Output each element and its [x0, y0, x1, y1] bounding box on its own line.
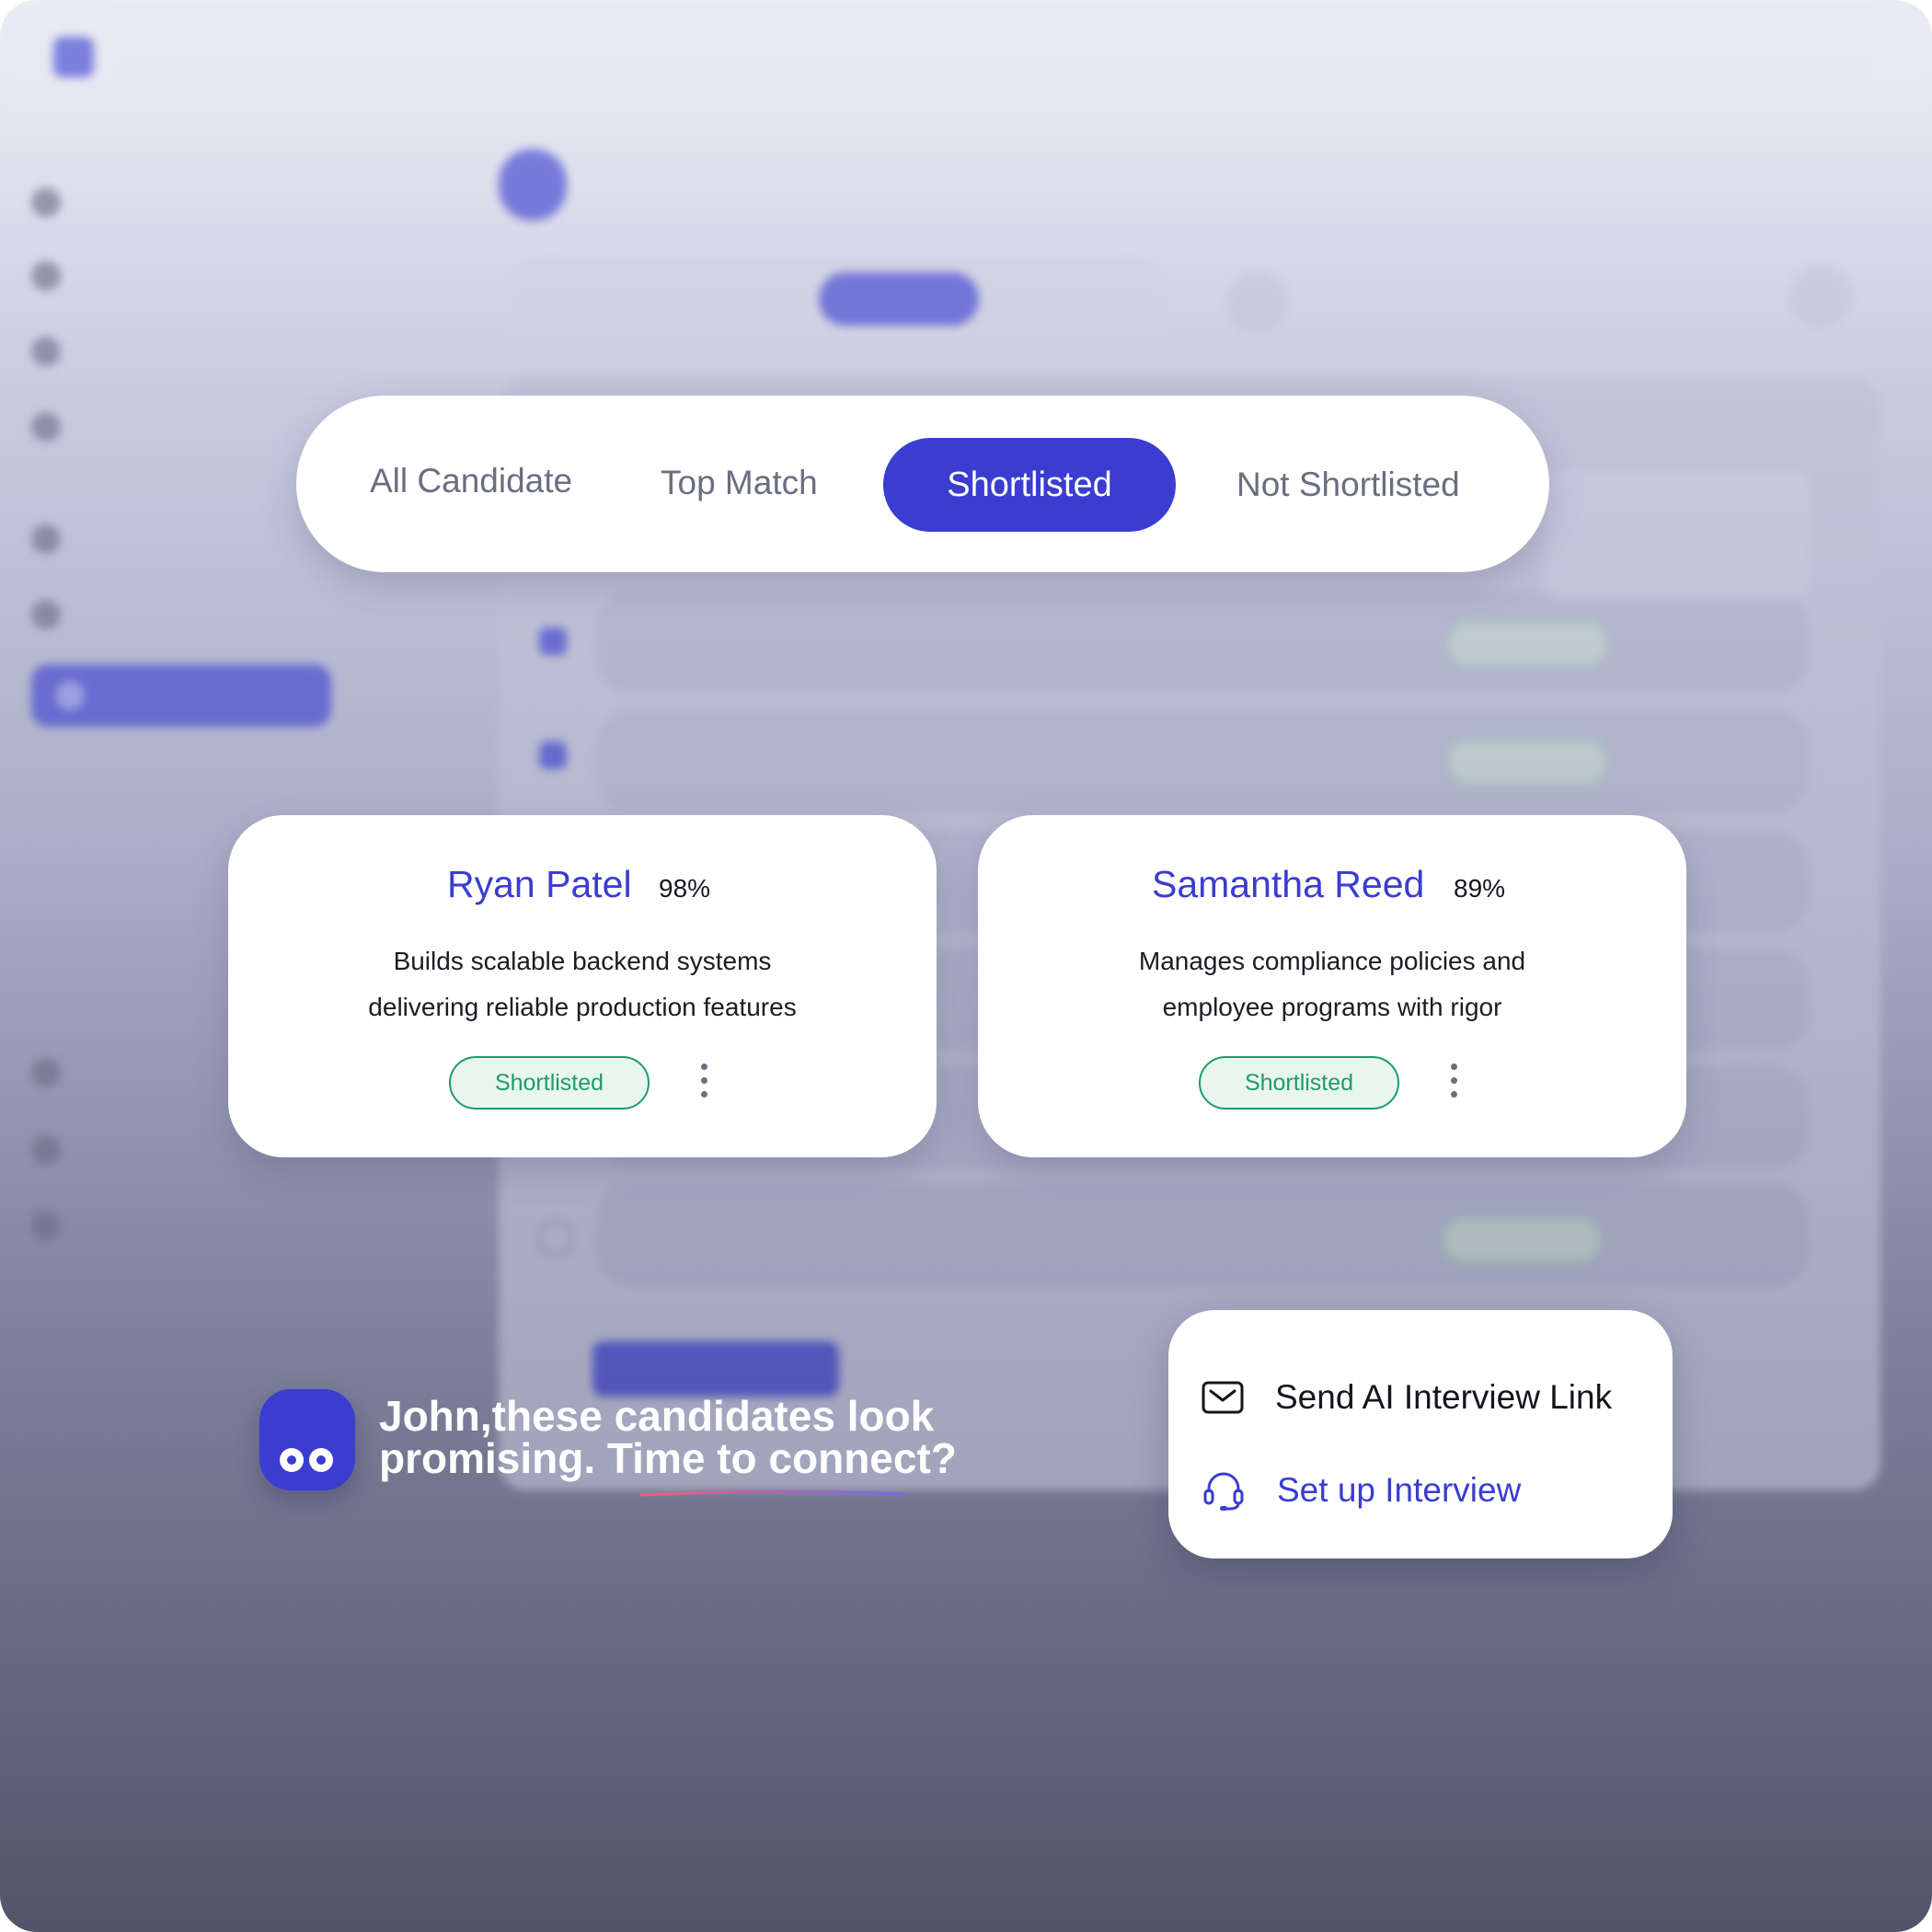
headset-icon	[1203, 1472, 1244, 1511]
set-up-interview-item[interactable]: Set up Interview	[1202, 1468, 1521, 1512]
sidebar-item	[31, 524, 61, 554]
background-button	[592, 1341, 839, 1397]
sidebar-item	[31, 1135, 61, 1165]
status-badge	[1441, 1216, 1603, 1264]
message-line: promising. Time to connect?	[379, 1434, 957, 1482]
match-score: 98%	[659, 874, 711, 903]
candidate-card: Samantha Reed 89% Manages compliance pol…	[978, 815, 1686, 1157]
background-tabs	[506, 256, 1170, 340]
candidate-shortlisting-icon	[55, 681, 85, 710]
summary-line: Manages compliance policies and	[1138, 947, 1526, 975]
sidebar-item-active	[31, 664, 331, 727]
actions-menu: Send AI Interview Link Set up Interview	[1168, 1310, 1673, 1558]
tab-shortlisted[interactable]: Shortlisted	[883, 438, 1176, 532]
status-badge[interactable]: Shortlisted	[449, 1056, 650, 1110]
message-line: John,these candidates look	[379, 1392, 935, 1440]
candidate-name[interactable]: Samantha Reed	[1152, 863, 1424, 906]
menu-item-label: Set up Interview	[1277, 1471, 1522, 1509]
sidebar-item	[31, 188, 61, 217]
candidate-card: Ryan Patel 98% Builds scalable backend s…	[228, 815, 937, 1157]
interviews-icon	[31, 337, 61, 366]
home-icon	[31, 188, 61, 217]
tab-top-match[interactable]: Top Match	[661, 464, 818, 502]
settings-icon	[31, 524, 61, 554]
more-options-icon[interactable]	[695, 1064, 713, 1102]
resources-icon	[31, 1135, 61, 1165]
row-checkbox	[539, 627, 567, 655]
assistant-avatar-icon	[259, 1389, 355, 1490]
table-row	[595, 710, 1810, 813]
blogs-icon	[31, 1211, 61, 1240]
playbook-icon	[31, 261, 61, 291]
send-ai-interview-link-item[interactable]: Send AI Interview Link	[1202, 1378, 1612, 1417]
summary-line: delivering reliable production features	[368, 993, 797, 1021]
tab-all-candidate[interactable]: All Candidate	[370, 462, 572, 500]
sidebar-item	[31, 600, 61, 629]
table-row	[595, 591, 1810, 694]
underline-decoration	[639, 1489, 906, 1497]
sidebar-item	[31, 1058, 61, 1087]
candidate-summary: Manages compliance policies and employee…	[978, 938, 1686, 1030]
candidate-name[interactable]: Ryan Patel	[447, 863, 632, 906]
sidebar-item	[31, 412, 61, 442]
avatar-eye	[309, 1448, 333, 1472]
tab-not-shortlisted[interactable]: Not Shortlisted	[1236, 466, 1460, 504]
sidebar-item	[31, 261, 61, 291]
table-row	[595, 1183, 1810, 1286]
row-checkbox	[539, 742, 567, 769]
background-menu	[1542, 469, 1811, 598]
app-topbar	[0, 0, 1932, 118]
profile-icon	[1788, 265, 1853, 329]
avatar-eye	[280, 1448, 304, 1472]
summary-line: employee programs with rigor	[1162, 993, 1502, 1021]
canvas: All Candidate Top Match Shortlisted Not …	[0, 0, 1932, 1932]
assistant-message: John,these candidates look promising. Ti…	[379, 1395, 986, 1479]
search-icon	[1225, 270, 1290, 335]
getting-started-icon	[31, 1058, 61, 1087]
summary-line: Builds scalable backend systems	[393, 947, 772, 975]
match-score: 89%	[1454, 874, 1506, 903]
more-options-icon[interactable]	[1444, 1064, 1463, 1102]
menu-item-label: Send AI Interview Link	[1275, 1378, 1613, 1416]
candidate-summary: Builds scalable backend systems deliveri…	[228, 938, 937, 1030]
sidebar-item	[31, 1211, 61, 1240]
status-badge[interactable]: Shortlisted	[1199, 1056, 1399, 1110]
candidate-filter-tabs: All Candidate Top Match Shortlisted Not …	[296, 396, 1549, 572]
analytics-icon	[31, 412, 61, 442]
status-badge	[1446, 620, 1608, 668]
sidebar-item	[31, 337, 61, 366]
mail-icon	[1202, 1381, 1244, 1414]
integrations-icon	[31, 600, 61, 629]
app-logo-icon	[53, 37, 94, 77]
row-checkbox	[539, 1222, 572, 1255]
status-badge	[1446, 738, 1608, 786]
header-avatar	[499, 149, 567, 221]
